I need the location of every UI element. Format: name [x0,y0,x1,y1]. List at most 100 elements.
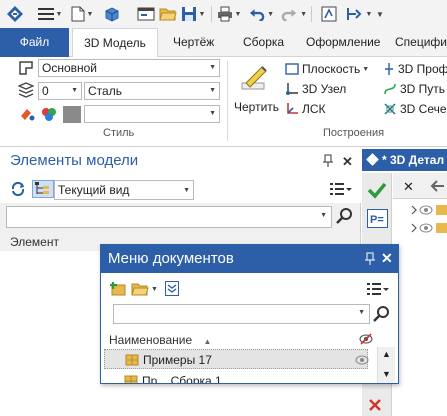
documents-dialog-body: ▼ ▼ Наименование ▲ Примеры 17 Пр... Сбор… [101,273,398,384]
material-combo-value: Сталь [88,84,122,98]
open-folder-icon[interactable]: ▼ [131,281,158,297]
cancel-icon[interactable] [367,397,383,413]
eye-icon[interactable] [355,355,369,365]
parameters-icon[interactable]: P= [367,209,388,228]
quick-access-toolbar: ▼ ▼ ▼ ▼ ▼ ▼ ▼ ▼ [0,0,447,28]
scroll-up-icon[interactable]: ▲ [382,349,391,359]
tab-layout[interactable]: Оформление [306,28,380,57]
properties-icon[interactable] [318,3,340,25]
view-filter-combo[interactable]: Текущий вид ▼ [54,180,194,200]
profile-3d-button[interactable]: 3D Проф [383,60,447,78]
build-group-label: Построения [323,127,385,139]
tab-drawing[interactable]: Чертёж [173,28,214,57]
tab-3d-model[interactable]: 3D Модель [72,28,158,58]
list-item-label: Пр... Сборка 1 [142,374,222,384]
detail-toolbar: ✕ [393,173,447,199]
print-icon[interactable]: ▼ [216,3,242,25]
detail-panel-tab[interactable]: * 3D Детал [362,149,447,171]
tree-node-row[interactable] [410,222,447,234]
open-folder-icon[interactable] [157,3,179,25]
ribbon-tab-bar: Файл 3D Модель Чертёж Сборка Оформление … [0,28,447,58]
element-column-header: Элемент [10,235,59,249]
lcs-label: ЛСК [302,102,326,116]
lcs-button[interactable]: ЛСК [285,100,326,118]
list-options-icon[interactable] [367,282,389,296]
list-item[interactable]: Пр... Сборка 1 [104,371,368,384]
tab-assembly[interactable]: Сборка [243,28,284,57]
check-icon[interactable] [367,181,387,199]
tree-node-row[interactable] [410,204,447,216]
folder-icon [125,354,139,366]
layer-icon [18,60,34,76]
search-icon[interactable] [336,207,354,225]
style-combo[interactable]: ▼ [84,105,220,123]
node-3d-label: 3D Узел [302,82,347,96]
layer-combo-value: Основной [42,61,98,75]
back-arrow-icon[interactable] [429,178,445,194]
layer-combo[interactable]: Основной ▼ [38,59,220,77]
scroll-down-icon[interactable]: ▼ [382,369,391,379]
section-3d-button[interactable]: 3D Сечен [383,100,447,118]
ribbon-panel: Основной ▼ 0 ▼ Сталь ▼ ▼ Стиль Чертить П… [0,57,447,147]
style-group-label: Стиль [103,127,135,139]
new-document-icon[interactable]: ▼ [68,3,96,25]
number-combo[interactable]: 0 ▼ [38,82,82,100]
layers-stack-icon [18,82,34,98]
list-item-label: Примеры 17 [143,353,212,367]
elements-panel-title: Элементы модели [0,147,361,175]
path-3d-button[interactable]: 3D Путь [383,80,445,98]
close-icon[interactable]: ✕ [403,179,414,195]
scrollbar[interactable]: ▲ ▼ [377,347,395,383]
elements-toolbar: Текущий вид ▼ [0,175,361,203]
draw-pencil-icon[interactable] [240,63,270,93]
documents-dialog: Меню документов ✕ ▼ ▼ Наименование ▲ При… [100,244,399,384]
undo-icon[interactable]: ▼ [248,3,274,25]
list-options-icon[interactable] [330,182,352,196]
elements-search-input[interactable]: ▼ [6,206,332,228]
app-logo-icon[interactable] [4,3,26,25]
folder-icon [124,375,138,383]
name-column-header[interactable]: Наименование ▲ [109,333,211,347]
cube-icon[interactable] [101,3,123,25]
add-document-icon[interactable] [109,281,127,297]
pin-icon[interactable] [365,252,375,266]
color-swatch[interactable] [63,106,81,123]
documents-search-input[interactable]: ▼ [113,304,370,324]
visibility-off-icon[interactable] [359,333,373,345]
tab-specification[interactable]: Специфи [395,28,447,57]
section-3d-label: 3D Сечен [400,102,447,116]
group-separator [227,61,228,141]
customize-toolbar-icon[interactable]: ▼ [372,3,386,25]
paint-icon[interactable] [18,106,36,122]
separator [211,6,212,22]
node-3d-button[interactable]: 3D Узел [285,80,346,98]
close-icon[interactable]: ✕ [381,250,393,267]
collapse-icon[interactable] [165,281,179,296]
number-combo-value: 0 [42,84,49,98]
view-filter-value: Текущий вид [58,183,130,197]
window-icon[interactable] [135,3,157,25]
search-icon[interactable] [373,305,391,323]
plane-label: Плоскость [302,62,361,76]
tab-file[interactable]: Файл [0,28,69,57]
save-icon[interactable]: ▼ [180,3,206,25]
ruler-icon[interactable]: ▼ [344,3,374,25]
close-icon[interactable]: ✕ [342,154,353,170]
pin-icon[interactable] [323,154,333,168]
svg-text:P=: P= [370,214,384,226]
plane-button[interactable]: Плоскость ▼ [285,60,369,78]
name-column-label: Наименование [109,333,193,347]
sort-asc-icon: ▲ [203,337,212,346]
detail-panel-title: * 3D Детал [382,153,445,167]
profile-3d-label: 3D Проф [398,62,447,76]
tree-view-icon[interactable] [32,180,54,198]
material-combo[interactable]: Сталь ▼ [84,82,220,100]
color-palette-icon[interactable] [40,106,58,122]
list-item[interactable]: Примеры 17 [104,349,369,369]
draw-label[interactable]: Чертить [234,100,279,114]
hamburger-menu-icon[interactable]: ▼ [36,3,64,25]
documents-dialog-title: Меню документов [101,245,398,273]
refresh-icon[interactable] [10,181,26,197]
path-3d-label: 3D Путь [400,82,446,96]
redo-icon[interactable]: ▼ [281,3,307,25]
